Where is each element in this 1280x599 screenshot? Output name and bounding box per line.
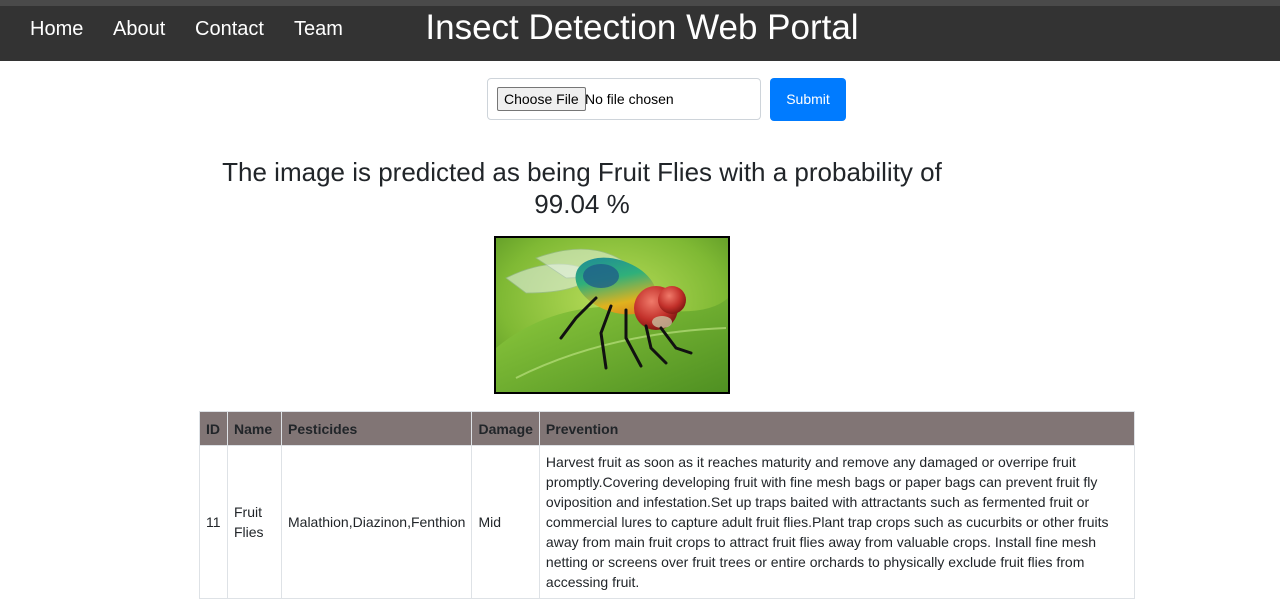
site-title: Insect Detection Web Portal xyxy=(425,8,859,47)
cell-id: 11 xyxy=(199,445,228,599)
submit-button[interactable]: Submit xyxy=(770,78,846,121)
column-header-prevention: Prevention xyxy=(538,411,1136,446)
cell-prevention: Harvest fruit as soon as it reaches matu… xyxy=(538,445,1136,599)
column-header-pesticides: Pesticides xyxy=(280,411,473,446)
fly-photo-image xyxy=(494,236,730,394)
file-status-text: No file chosen xyxy=(585,91,674,107)
column-header-id: ID xyxy=(199,411,228,446)
cell-name: Fruit Flies xyxy=(227,445,282,599)
cell-pesticides: Malathion,Diazinon,Fenthion xyxy=(280,445,473,599)
table-row: 11 Fruit Flies Malathion,Diazinon,Fenthi… xyxy=(199,445,1136,599)
table-header-row: ID Name Pesticides Damage Prevention xyxy=(199,411,1136,446)
insect-info-table: ID Name Pesticides Damage Prevention 11 … xyxy=(199,411,1136,599)
column-header-damage: Damage xyxy=(471,411,540,446)
navbar: Home About Contact Team Insect Detection… xyxy=(0,6,1280,61)
prediction-text: The image is predicted as being Fruit Fl… xyxy=(222,157,942,219)
choose-file-button[interactable]: Choose File xyxy=(497,87,586,111)
cell-damage: Mid xyxy=(471,445,540,599)
file-input[interactable]: Choose File No file chosen xyxy=(487,78,761,120)
column-header-name: Name xyxy=(227,411,282,446)
